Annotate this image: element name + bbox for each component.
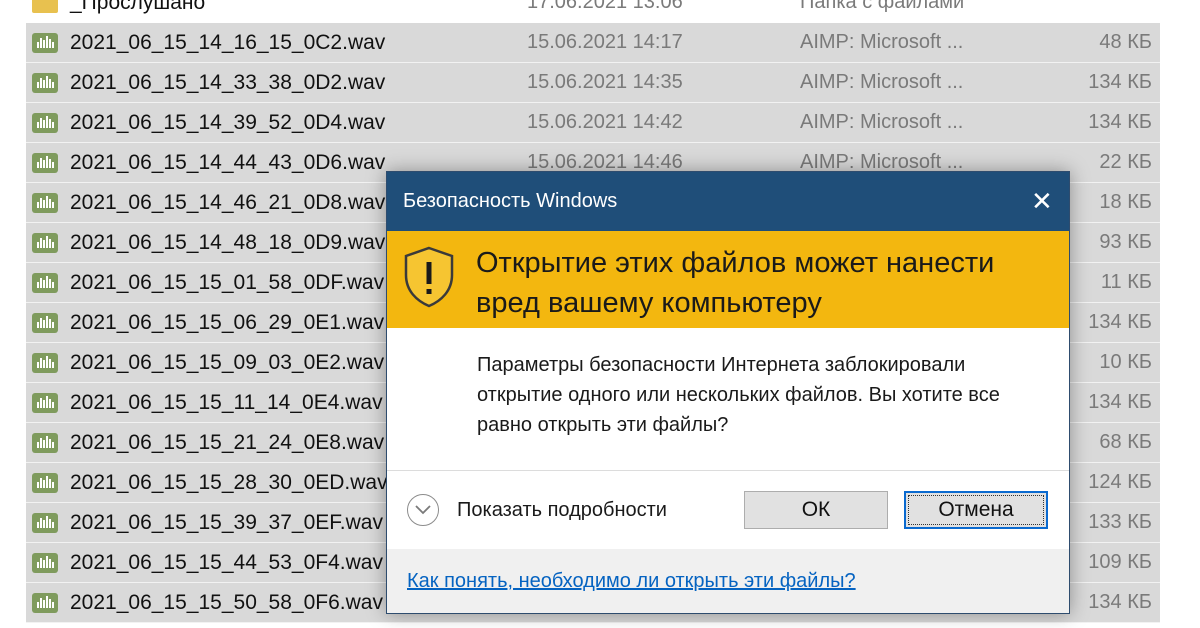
file-date: 15.06.2021 14:42 — [527, 111, 683, 133]
audio-file-icon — [32, 153, 58, 173]
file-name: 2021_06_15_15_21_24_0E8.wav — [70, 431, 385, 454]
file-name: 2021_06_15_15_11_14_0E4.wav — [70, 391, 383, 414]
file-name: 2021_06_15_15_50_58_0F6.wav — [70, 591, 383, 614]
file-size: 134 КБ — [1088, 71, 1152, 93]
dialog-footer: Как понять, необходимо ли открыть эти фа… — [387, 549, 1069, 613]
audio-file-icon — [32, 273, 58, 293]
divider — [387, 470, 1069, 471]
dialog-titlebar: Безопасность Windows ✕ — [387, 172, 1069, 231]
file-date: 15.06.2021 14:35 — [527, 71, 683, 93]
audio-file-icon — [32, 73, 58, 93]
warning-banner: Открытие этих файлов может нанести вред … — [387, 231, 1069, 328]
file-row[interactable]: 2021_06_15_14_33_38_0D2.wav 15.06.2021 14… — [26, 63, 1160, 103]
file-row[interactable]: _Прослушано 17.06.2021 13:06 Папка с файла… — [26, 0, 1160, 23]
audio-file-icon — [32, 513, 58, 533]
file-size: 48 КБ — [1099, 31, 1152, 53]
file-size: 124 КБ — [1088, 471, 1152, 493]
file-name: 2021_06_15_14_44_43_0D6.wav — [70, 151, 386, 174]
chevron-down-icon — [407, 494, 439, 526]
audio-file-icon — [32, 393, 58, 413]
warning-message: Параметры безопасности Интернета заблоки… — [477, 354, 1000, 436]
audio-file-icon — [32, 473, 58, 493]
audio-file-icon — [32, 353, 58, 373]
folder-icon — [32, 0, 58, 13]
help-link[interactable]: Как понять, необходимо ли открыть эти фа… — [407, 570, 856, 593]
audio-file-icon — [32, 553, 58, 573]
file-name: 2021_06_15_14_16_15_0C2.wav — [70, 31, 386, 54]
file-size: 11 КБ — [1100, 271, 1152, 293]
file-name: _Прослушано — [70, 0, 206, 14]
file-size: 22 КБ — [1099, 151, 1152, 173]
file-date: 17.06.2021 13:06 — [527, 0, 683, 13]
file-name: 2021_06_15_15_06_29_0E1.wav — [70, 311, 385, 334]
file-size: 109 КБ — [1088, 551, 1152, 573]
file-size: 18 КБ — [1099, 191, 1152, 213]
audio-file-icon — [32, 113, 58, 133]
file-size: 134 КБ — [1088, 591, 1152, 613]
dialog-title: Безопасность Windows — [403, 190, 618, 212]
file-name: 2021_06_15_15_44_53_0F4.wav — [70, 551, 383, 574]
cancel-button[interactable]: Отмена — [904, 491, 1048, 529]
audio-file-icon — [32, 193, 58, 213]
file-type: AIMP: Microsoft ... — [800, 71, 964, 93]
file-date: 15.06.2021 14:17 — [527, 31, 683, 53]
show-details-label: Показать подробности — [457, 498, 667, 521]
file-name: 2021_06_15_14_39_52_0D4.wav — [70, 111, 386, 134]
file-name: 2021_06_15_14_48_18_0D9.wav — [70, 231, 386, 254]
file-type: AIMP: Microsoft ... — [800, 31, 964, 53]
file-name: 2021_06_15_15_39_37_0EF.wav — [70, 511, 383, 534]
ok-button[interactable]: ОК — [744, 491, 888, 529]
audio-file-icon — [32, 593, 58, 613]
file-size: 134 КБ — [1088, 111, 1152, 133]
close-button[interactable]: ✕ — [1011, 172, 1069, 231]
show-details-toggle[interactable]: Показать подробности — [407, 493, 667, 527]
close-icon: ✕ — [1031, 186, 1053, 216]
file-row[interactable]: 2021_06_15_14_16_15_0C2.wav 15.06.2021 14… — [26, 23, 1160, 63]
file-size: 93 КБ — [1099, 231, 1152, 253]
audio-file-icon — [32, 433, 58, 453]
file-name: 2021_06_15_15_09_03_0E2.wav — [70, 351, 385, 374]
security-dialog: Безопасность Windows ✕ Открытие этих фай… — [386, 171, 1070, 614]
file-size: 134 КБ — [1088, 311, 1152, 333]
file-name: 2021_06_15_15_28_30_0ED.wav — [70, 471, 388, 494]
audio-file-icon — [32, 33, 58, 53]
audio-file-icon — [32, 233, 58, 253]
file-type: AIMP: Microsoft ... — [800, 111, 964, 133]
file-row[interactable]: 2021_06_15_14_39_52_0D4.wav 15.06.2021 14… — [26, 103, 1160, 143]
file-size: 68 КБ — [1099, 431, 1152, 453]
file-size: 10 КБ — [1099, 351, 1152, 373]
audio-file-icon — [32, 313, 58, 333]
file-size: 134 КБ — [1088, 391, 1152, 413]
file-size: 133 КБ — [1088, 511, 1152, 533]
file-name: 2021_06_15_14_33_38_0D2.wav — [70, 71, 386, 94]
shield-warning-icon — [404, 246, 454, 308]
file-type: Папка с файлами — [800, 0, 965, 13]
warning-heading: Открытие этих файлов может нанести вред … — [476, 247, 995, 319]
file-name: 2021_06_15_14_46_21_0D8.wav — [70, 191, 386, 214]
file-name: 2021_06_15_15_01_58_0DF.wav — [70, 271, 385, 294]
